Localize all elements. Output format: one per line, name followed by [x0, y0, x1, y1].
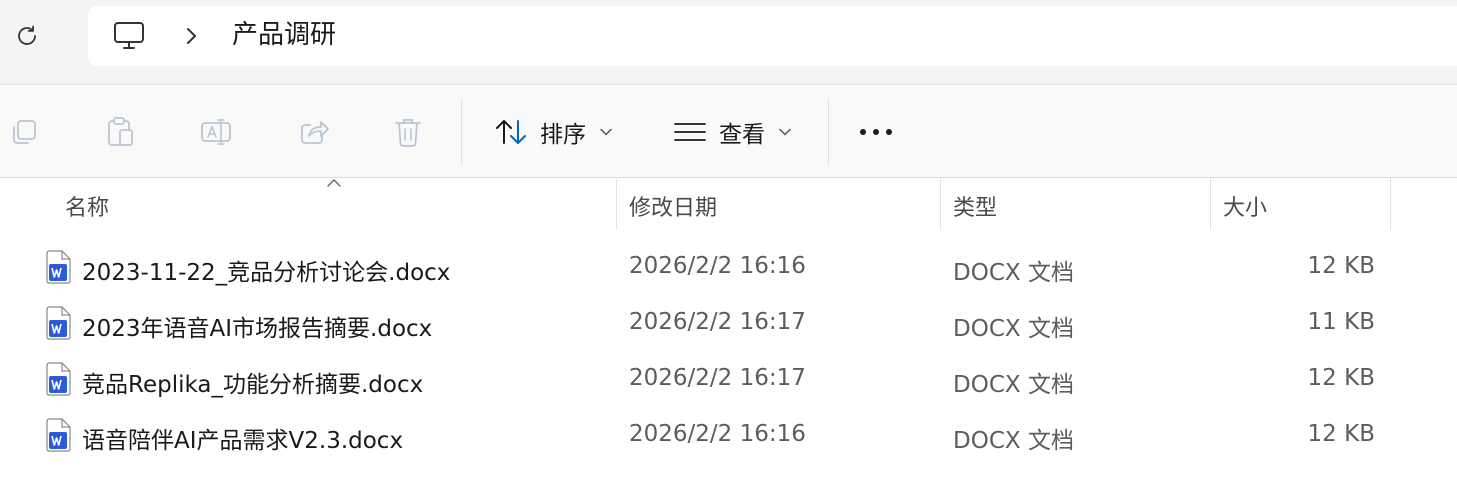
- file-type: DOCX 文档: [953, 260, 1074, 286]
- file-date: 2026/2/2 16:17: [629, 309, 806, 335]
- file-date: 2026/2/2 16:16: [629, 421, 806, 447]
- copy-button[interactable]: [6, 114, 42, 150]
- file-date: 2026/2/2 16:16: [629, 253, 806, 279]
- file-size: 11 KB: [1307, 309, 1375, 335]
- file-size: 12 KB: [1307, 365, 1375, 391]
- file-name[interactable]: 2023-11-22_竞品分析讨论会.docx: [82, 253, 450, 287]
- column-resize-handle[interactable]: [940, 178, 941, 230]
- chevron-down-icon: [600, 128, 612, 136]
- file-type: DOCX 文档: [953, 428, 1074, 454]
- column-header-size[interactable]: 大小: [1223, 190, 1267, 222]
- word-doc-icon: [46, 418, 71, 452]
- address-bar-region: 产品调研: [0, 0, 1457, 85]
- command-divider: [461, 100, 462, 164]
- file-date: 2026/2/2 16:17: [629, 365, 806, 391]
- view-button[interactable]: 查看: [673, 106, 791, 158]
- file-type: DOCX 文档: [953, 372, 1074, 398]
- more-icon: [860, 129, 892, 135]
- word-doc-icon: [46, 362, 71, 396]
- command-divider: [828, 100, 829, 164]
- share-button[interactable]: [296, 114, 332, 150]
- view-label: 查看: [719, 122, 765, 148]
- share-icon: [301, 121, 329, 144]
- file-type: DOCX 文档: [953, 316, 1074, 342]
- file-row[interactable]: 竞品Replika_功能分析摘要.docx 2026/2/2 16:17 DOC…: [0, 352, 1457, 408]
- word-doc-icon: [46, 306, 71, 340]
- file-name[interactable]: 竞品Replika_功能分析摘要.docx: [82, 365, 423, 399]
- column-resize-handle[interactable]: [1210, 178, 1211, 230]
- column-resize-handle[interactable]: [1390, 178, 1391, 230]
- file-size: 12 KB: [1307, 421, 1375, 447]
- sort-button[interactable]: 排序: [494, 106, 612, 158]
- sort-ascending-indicator-icon: [327, 179, 341, 187]
- word-doc-icon: [46, 250, 71, 284]
- chevron-down-icon: [779, 128, 791, 136]
- file-row[interactable]: 2023年语音AI市场报告摘要.docx 2026/2/2 16:17 DOCX…: [0, 296, 1457, 352]
- sort-icon: [496, 120, 526, 144]
- paste-icon: [108, 117, 133, 146]
- file-name[interactable]: 语音陪伴AI产品需求V2.3.docx: [82, 421, 403, 455]
- delete-button[interactable]: [390, 114, 426, 150]
- command-bar: 排序 查看: [0, 86, 1457, 178]
- breadcrumb-current-folder[interactable]: 产品调研: [232, 18, 336, 52]
- file-name[interactable]: 2023年语音AI市场报告摘要.docx: [82, 309, 432, 343]
- copy-icon: [13, 120, 36, 144]
- column-header-name[interactable]: 名称: [65, 190, 109, 222]
- address-box[interactable]: 产品调研: [88, 6, 1457, 66]
- paste-button[interactable]: [102, 114, 138, 150]
- rename-icon: [201, 119, 231, 145]
- computer-icon[interactable]: [112, 20, 146, 52]
- file-row[interactable]: 语音陪伴AI产品需求V2.3.docx 2026/2/2 16:16 DOCX …: [0, 408, 1457, 464]
- column-header-date[interactable]: 修改日期: [629, 190, 717, 222]
- more-options-button[interactable]: [858, 114, 894, 150]
- column-header-row: 名称 修改日期 类型 大小: [0, 178, 1457, 232]
- column-header-type[interactable]: 类型: [953, 190, 997, 222]
- rename-button[interactable]: [199, 114, 235, 150]
- sort-label: 排序: [540, 122, 586, 148]
- view-icon: [674, 123, 706, 141]
- refresh-button[interactable]: [8, 17, 46, 55]
- refresh-icon: [18, 25, 36, 45]
- file-size: 12 KB: [1307, 253, 1375, 279]
- file-row[interactable]: 2023-11-22_竞品分析讨论会.docx 2026/2/2 16:16 D…: [0, 240, 1457, 296]
- delete-icon: [395, 119, 421, 147]
- column-resize-handle[interactable]: [616, 178, 617, 230]
- chevron-right-icon[interactable]: [184, 24, 200, 48]
